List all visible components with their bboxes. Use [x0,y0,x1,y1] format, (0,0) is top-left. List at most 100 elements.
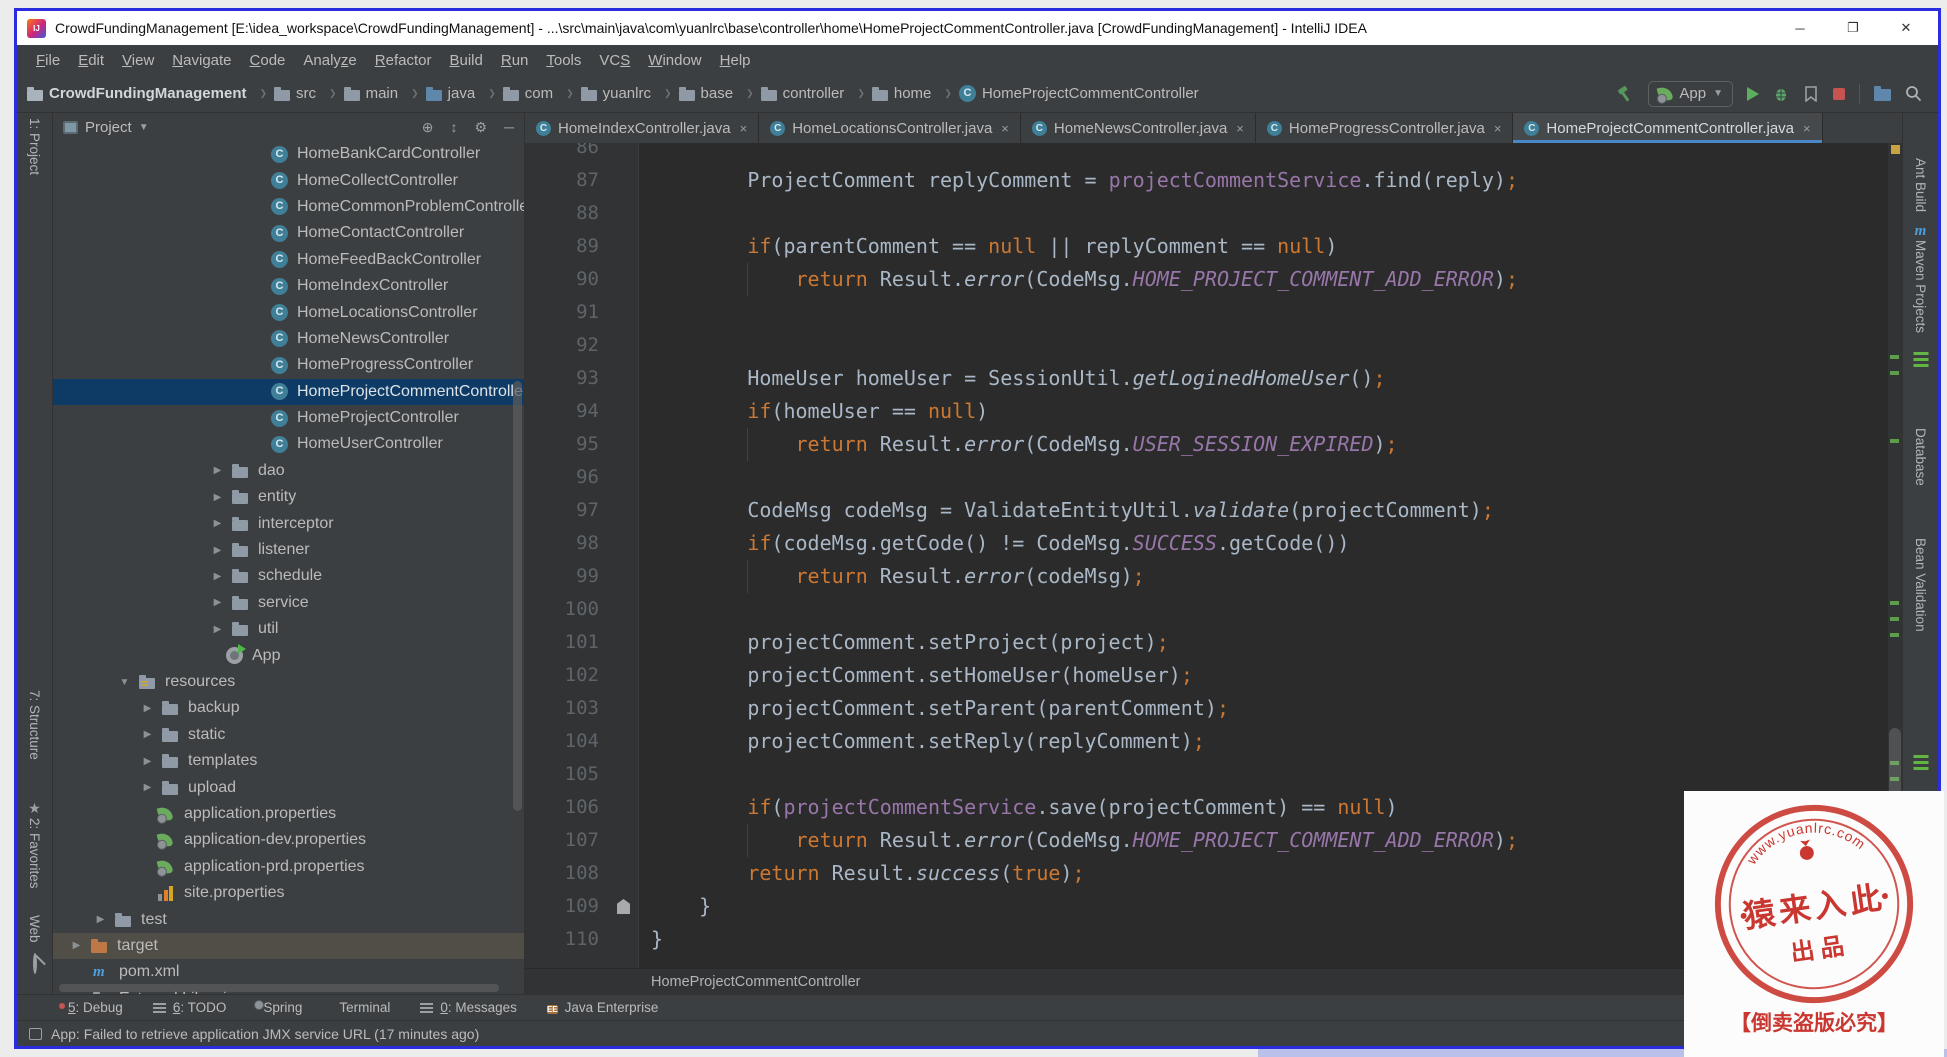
line-number[interactable]: 92 [525,329,613,362]
hide-panel-icon[interactable]: ─ [504,119,514,135]
line-number[interactable]: 103 [525,692,613,725]
line-number[interactable]: 95 [525,428,613,461]
menu-item[interactable]: View [113,49,163,72]
line-number[interactable]: 105 [525,758,613,791]
tree-item[interactable]: ▶ upload [53,774,524,800]
menu-item[interactable]: Refactor [366,49,441,72]
tree-item[interactable]: C HomeProjectController [53,405,524,431]
stop-button[interactable] [1833,87,1845,100]
build-hammer-icon[interactable] [1616,85,1634,103]
close-button[interactable]: ✕ [1884,20,1928,36]
expand-arrow-icon[interactable]: ▶ [209,571,226,582]
tool-window-button[interactable]: 5: Debug [61,1000,123,1015]
debug-bug-icon[interactable] [1773,86,1789,102]
line-number[interactable]: 90 [525,263,613,296]
tree-item[interactable]: C HomeNewsController [53,326,524,352]
line-number[interactable]: 88 [525,197,613,230]
tool-strip-button--project[interactable]: 1: Project [27,118,42,175]
close-icon[interactable]: × [1001,121,1009,136]
search-everywhere-icon[interactable] [1905,85,1922,102]
menu-item[interactable]: File [27,49,69,72]
gear-icon[interactable]: ⚙ [475,119,488,136]
breadcrumb-item[interactable]: yuanlrc [580,85,679,102]
bookmark-marker-icon[interactable] [617,899,630,914]
breadcrumb-item[interactable]: C HomeProjectCommentController [958,85,1199,102]
expand-arrow-icon[interactable]: ▶ [139,703,156,714]
tool-strip-button-ant-build[interactable]: Ant Build [1913,158,1928,212]
tree-item[interactable]: application-prd.properties [53,854,524,880]
expand-arrow-icon[interactable]: ▶ [209,545,226,556]
line-number[interactable]: 102 [525,659,613,692]
star-icon[interactable]: ★ [28,800,41,817]
tree-item[interactable]: application.properties [53,801,524,827]
expand-arrow-icon[interactable]: ▼ [116,677,133,688]
tool-strip-button-database[interactable]: Database [1913,428,1928,486]
editor-tab[interactable]: C HomeNewsController.java × [1021,113,1256,143]
tool-strip-button-web[interactable]: Web [27,915,42,943]
tree-item[interactable]: application-dev.properties [53,827,524,853]
menu-item[interactable]: Tools [537,49,590,72]
line-number[interactable]: 108 [525,857,613,890]
tree-item[interactable]: ▶ templates [53,748,524,774]
tool-strip-button-bean-validation[interactable]: Bean Validation [1913,538,1928,632]
line-number[interactable]: 109 [525,890,613,923]
tool-window-button[interactable]: Spring [256,1000,302,1015]
breadcrumb-item[interactable]: src [274,85,344,102]
tree-item[interactable]: ▶ dao [53,458,524,484]
tree-item[interactable]: App [53,642,524,668]
breadcrumb-item[interactable]: base [678,85,761,102]
tree-item[interactable]: ▶ backup [53,695,524,721]
close-icon[interactable]: × [1494,121,1502,136]
menu-item[interactable]: Run [492,49,538,72]
line-number[interactable]: 93 [525,362,613,395]
tree-item[interactable]: C HomeFeedBackController [53,247,524,273]
line-number[interactable]: 100 [525,593,613,626]
tree-item[interactable]: ▶ util [53,616,524,642]
tool-strip-button-maven-projects[interactable]: Maven Projects [1913,240,1928,333]
breadcrumb-item[interactable]: CrowdFundingManagement [27,85,274,102]
expand-arrow-icon[interactable]: ▶ [209,624,226,635]
minimize-button[interactable]: ─ [1778,21,1822,36]
line-number[interactable]: 96 [525,461,613,494]
tree-item[interactable]: C HomeProgressController [53,352,524,378]
line-number[interactable]: 106 [525,791,613,824]
tree-item[interactable]: ▶ schedule [53,563,524,589]
tree-item[interactable]: ▶ target [53,932,524,960]
line-number[interactable]: 87 [525,164,613,197]
tree-item[interactable]: C HomeContactController [53,220,524,246]
run-with-coverage-icon[interactable] [1803,85,1819,102]
menu-item[interactable]: VCS [590,49,639,72]
expand-arrow-icon[interactable]: ▶ [209,518,226,529]
toggle-tool-buttons-icon[interactable] [29,1027,42,1040]
breadcrumb-item[interactable]: home [871,85,959,102]
line-number[interactable]: 110 [525,923,613,956]
close-icon[interactable]: × [1803,121,1811,136]
expand-arrow-icon[interactable]: ▶ [139,782,156,793]
line-number[interactable]: 86 [525,143,613,164]
run-configuration-select[interactable]: App ▼ [1648,80,1733,107]
breadcrumb-item[interactable]: controller [760,85,872,102]
tree-item[interactable]: ▶ service [53,590,524,616]
tree-vertical-scrollbar[interactable] [513,381,522,811]
tree-item[interactable]: ▼ resources [53,669,524,695]
breadcrumb-item[interactable]: com [502,85,581,102]
line-number[interactable]: 89 [525,230,613,263]
tree-item[interactable]: ▶ listener [53,537,524,563]
tool-window-button[interactable]: EE Java Enterprise [546,1000,658,1016]
maximize-button[interactable]: ❐ [1831,20,1875,36]
tree-item[interactable]: C HomeBankCardController [53,141,524,167]
menu-item[interactable]: Navigate [163,49,240,72]
line-number[interactable]: 94 [525,395,613,428]
menu-item[interactable]: Window [639,49,710,72]
run-button[interactable] [1747,86,1759,101]
breadcrumb-item[interactable]: java [425,85,503,102]
tree-item[interactable]: C HomeCommonProblemController [53,194,524,220]
chevron-down-icon[interactable]: ▼ [139,122,149,133]
line-number[interactable]: 99 [525,560,613,593]
collapse-all-icon[interactable]: ↕ [451,119,458,135]
tool-window-button[interactable]: 6: TODO [152,1000,226,1015]
menu-item[interactable]: Analyze [294,49,365,72]
editor-tab[interactable]: C HomeProgressController.java × [1256,113,1514,143]
line-number[interactable]: 98 [525,527,613,560]
tool-window-button[interactable]: Terminal [332,1000,390,1015]
